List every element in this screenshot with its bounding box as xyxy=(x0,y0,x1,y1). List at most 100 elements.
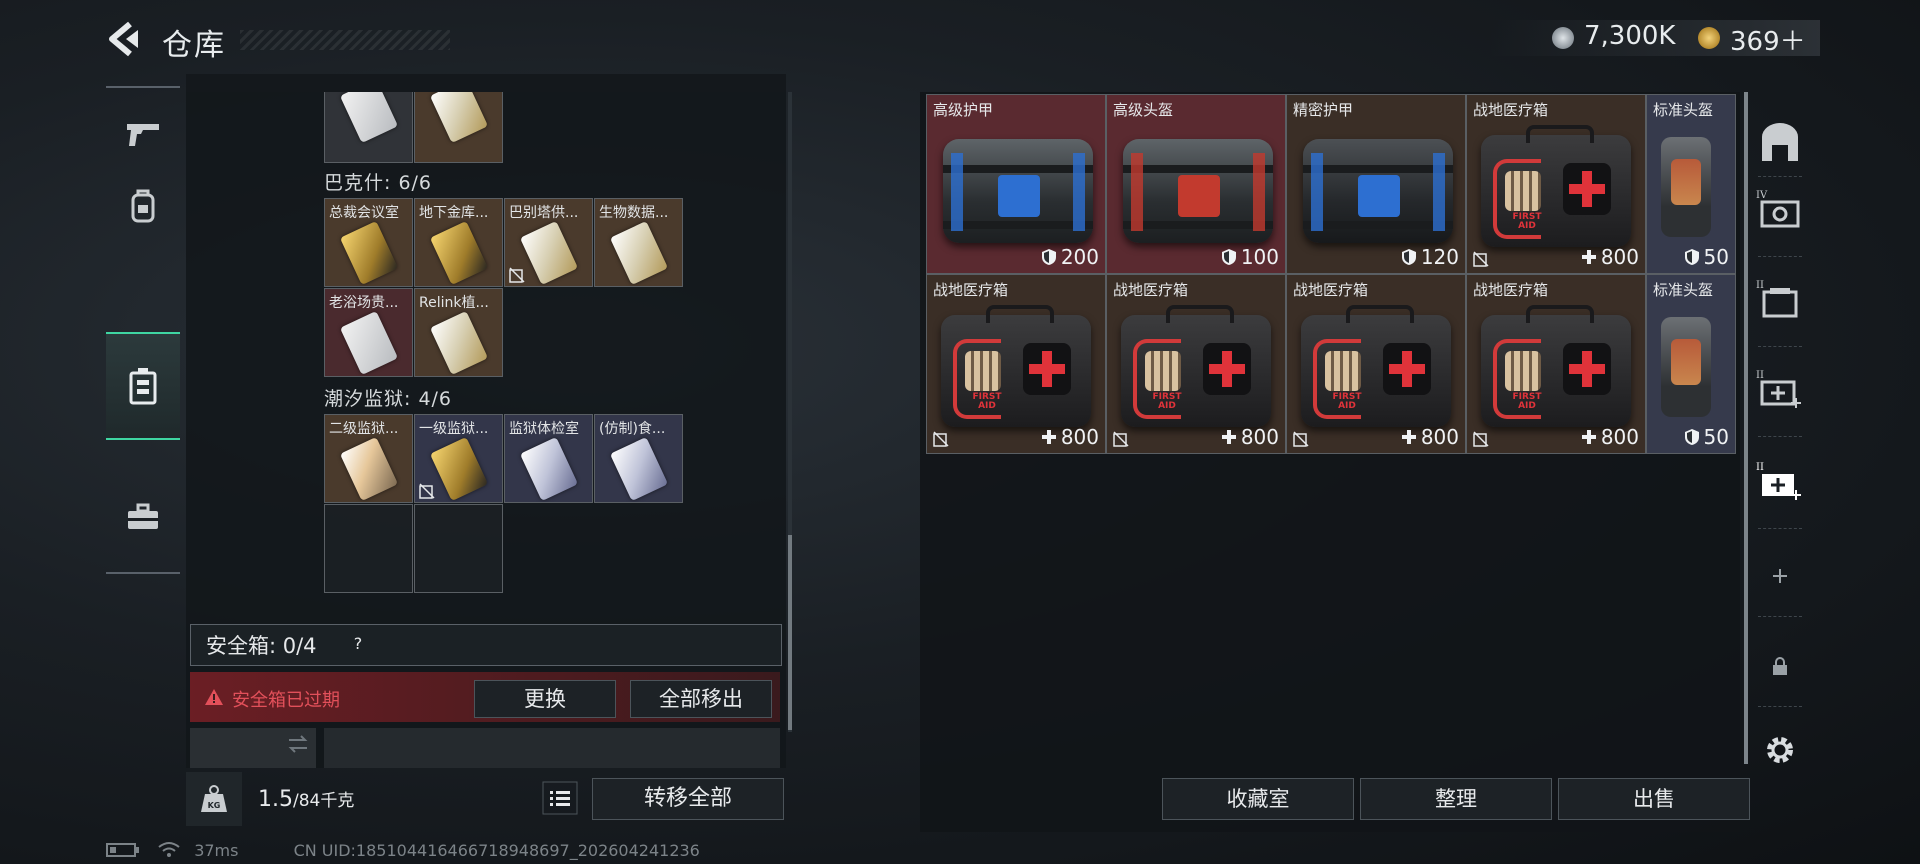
stash-item[interactable]: FIRST AID 战地医疗箱 800 xyxy=(1286,274,1466,454)
item-name: 标准头盔 xyxy=(1653,281,1714,299)
transfer-all-button[interactable]: 转移全部 xyxy=(592,778,784,820)
keycard-slot[interactable]: 生物数据... xyxy=(594,198,683,287)
item-value-number: 50 xyxy=(1703,245,1729,269)
keycard-name: 老浴场贵... xyxy=(329,295,399,311)
no-drop-icon xyxy=(1473,431,1489,447)
plus-icon xyxy=(1773,569,1787,583)
stash-item[interactable]: 高级头盔 100 xyxy=(1106,94,1286,274)
weight-readout: 1.5/84千克 xyxy=(258,786,354,812)
storage-tab-medical[interactable]: II xyxy=(1752,360,1808,416)
stash-item[interactable]: 标准头盔 50 xyxy=(1646,94,1736,274)
collection-room-button[interactable]: 收藏室 xyxy=(1162,778,1354,820)
stash-item[interactable]: FIRST AID 战地医疗箱 800 xyxy=(1106,274,1286,454)
item-value-number: 200 xyxy=(1060,245,1099,269)
no-drop-icon xyxy=(1113,431,1129,447)
locked-storage-slot[interactable] xyxy=(1752,638,1808,694)
shield-icon xyxy=(1401,247,1417,265)
medkit-icon: FIRST AID xyxy=(1121,305,1271,427)
weight-icon: KG xyxy=(201,785,227,812)
svg-text:II: II xyxy=(1756,462,1764,473)
no-drop-icon xyxy=(1293,431,1309,447)
keycard-name: 总裁会议室 xyxy=(329,205,399,221)
storage-tab-4[interactable]: IV xyxy=(1752,180,1808,236)
keycard-slot[interactable]: 一级监狱... xyxy=(414,414,503,503)
toolbox-tab[interactable] xyxy=(106,480,180,554)
stash-item[interactable]: 高级护甲 200 xyxy=(926,94,1106,274)
item-name: 战地医疗箱 xyxy=(1113,281,1189,299)
partial-item-slot[interactable] xyxy=(190,728,316,768)
stash-item[interactable]: 标准头盔 50 xyxy=(1646,274,1736,454)
weight-max: /84千克 xyxy=(293,791,355,811)
no-drop-icon xyxy=(509,267,525,283)
item-value: 800 xyxy=(1581,245,1639,269)
storage-tab-2[interactable]: II xyxy=(1752,270,1808,326)
keycard-slot[interactable]: Relink植... xyxy=(414,288,503,377)
item-name: 标准头盔 xyxy=(1653,101,1714,119)
item-value: 800 xyxy=(1581,425,1639,449)
item-value-number: 800 xyxy=(1240,425,1279,449)
keycard-slot[interactable]: (仿制)食... xyxy=(594,414,683,503)
stash-scroll-thumb[interactable] xyxy=(1744,92,1748,764)
item-value: 800 xyxy=(1041,425,1099,449)
health-plus-icon xyxy=(1221,427,1237,445)
uid-readout: CN UID:185104416466718948697_20260424123… xyxy=(293,841,700,860)
section-label-bakshi: 巴克什: 6/6 xyxy=(324,172,433,194)
empty-slot[interactable] xyxy=(414,504,503,593)
swap-icon xyxy=(288,735,308,753)
medkit-icon: FIRST AID xyxy=(1481,305,1631,427)
item-value: 200 xyxy=(1041,245,1099,269)
replace-safebox-button[interactable]: 更换 xyxy=(474,680,616,718)
keycard-slot[interactable]: 地下金库... xyxy=(414,198,503,287)
keycard-slot[interactable]: 总裁会议室 xyxy=(324,198,413,287)
empty-slot[interactable] xyxy=(324,504,413,593)
stash-item[interactable]: 精密护甲 120 xyxy=(1286,94,1466,274)
item-value: 50 xyxy=(1684,425,1729,449)
keycard-name: 地下金库... xyxy=(419,205,489,221)
item-value-number: 120 xyxy=(1420,245,1459,269)
keycard-slot[interactable]: 二级监狱... xyxy=(324,414,413,503)
settings-button[interactable] xyxy=(1752,722,1808,778)
stash-item[interactable]: FIRST AID 战地医疗箱 800 xyxy=(1466,274,1646,454)
keycard-slot[interactable]: 老浴场贵... xyxy=(324,288,413,377)
backpack-tab[interactable] xyxy=(106,170,180,244)
health-plus-icon xyxy=(1581,247,1597,265)
help-icon[interactable]: ? xyxy=(346,632,370,656)
health-plus-icon xyxy=(1401,427,1417,445)
inventory-scroll-thumb[interactable] xyxy=(788,535,792,730)
list-icon xyxy=(542,781,578,815)
svg-text:KG: KG xyxy=(208,801,221,810)
weapons-tab[interactable] xyxy=(106,96,180,170)
svg-text:II: II xyxy=(1756,280,1764,291)
sort-button[interactable]: 整理 xyxy=(1360,778,1552,820)
silver-balance: 7,300K xyxy=(1584,21,1676,51)
keycard-slot[interactable]: 巴别塔供... xyxy=(504,198,593,287)
stash-item[interactable]: FIRST AID 战地医疗箱 800 xyxy=(926,274,1106,454)
storage-main-tab[interactable] xyxy=(1752,114,1808,170)
back-button[interactable] xyxy=(106,20,140,58)
storage-tab-medical-active[interactable]: II xyxy=(1752,452,1808,508)
pistol-icon xyxy=(127,124,159,146)
shield-icon xyxy=(1041,247,1057,265)
keycard-icon xyxy=(429,436,489,502)
page-title: 仓库 xyxy=(162,28,226,63)
storage-add-active-icon: II xyxy=(1756,462,1801,500)
keycard-slot[interactable]: 监狱体检室 xyxy=(504,414,593,503)
storage-2-icon: II xyxy=(1756,280,1798,318)
partial-item-slot[interactable] xyxy=(324,728,780,768)
silver-coin-icon xyxy=(1552,27,1574,49)
stash-item[interactable]: FIRST AID 战地医疗箱 800 xyxy=(1466,94,1646,274)
storage-main-icon xyxy=(1762,123,1798,161)
item-value-number: 800 xyxy=(1060,425,1099,449)
gold-balance[interactable]: 369＋ xyxy=(1730,21,1806,58)
safebox-expired-text: 安全箱已过期 xyxy=(232,690,340,711)
health-plus-icon xyxy=(1041,427,1057,445)
medkit-icon: FIRST AID xyxy=(941,305,1091,427)
list-view-button[interactable] xyxy=(542,781,578,815)
left-category-nav xyxy=(106,86,180,574)
svg-text:IV: IV xyxy=(1756,190,1768,201)
sell-button[interactable]: 出售 xyxy=(1558,778,1750,820)
remove-all-button[interactable]: 全部移出 xyxy=(630,680,772,718)
containers-tab[interactable] xyxy=(106,332,180,440)
armor-icon xyxy=(1303,139,1453,243)
add-storage-button[interactable] xyxy=(1752,548,1808,604)
